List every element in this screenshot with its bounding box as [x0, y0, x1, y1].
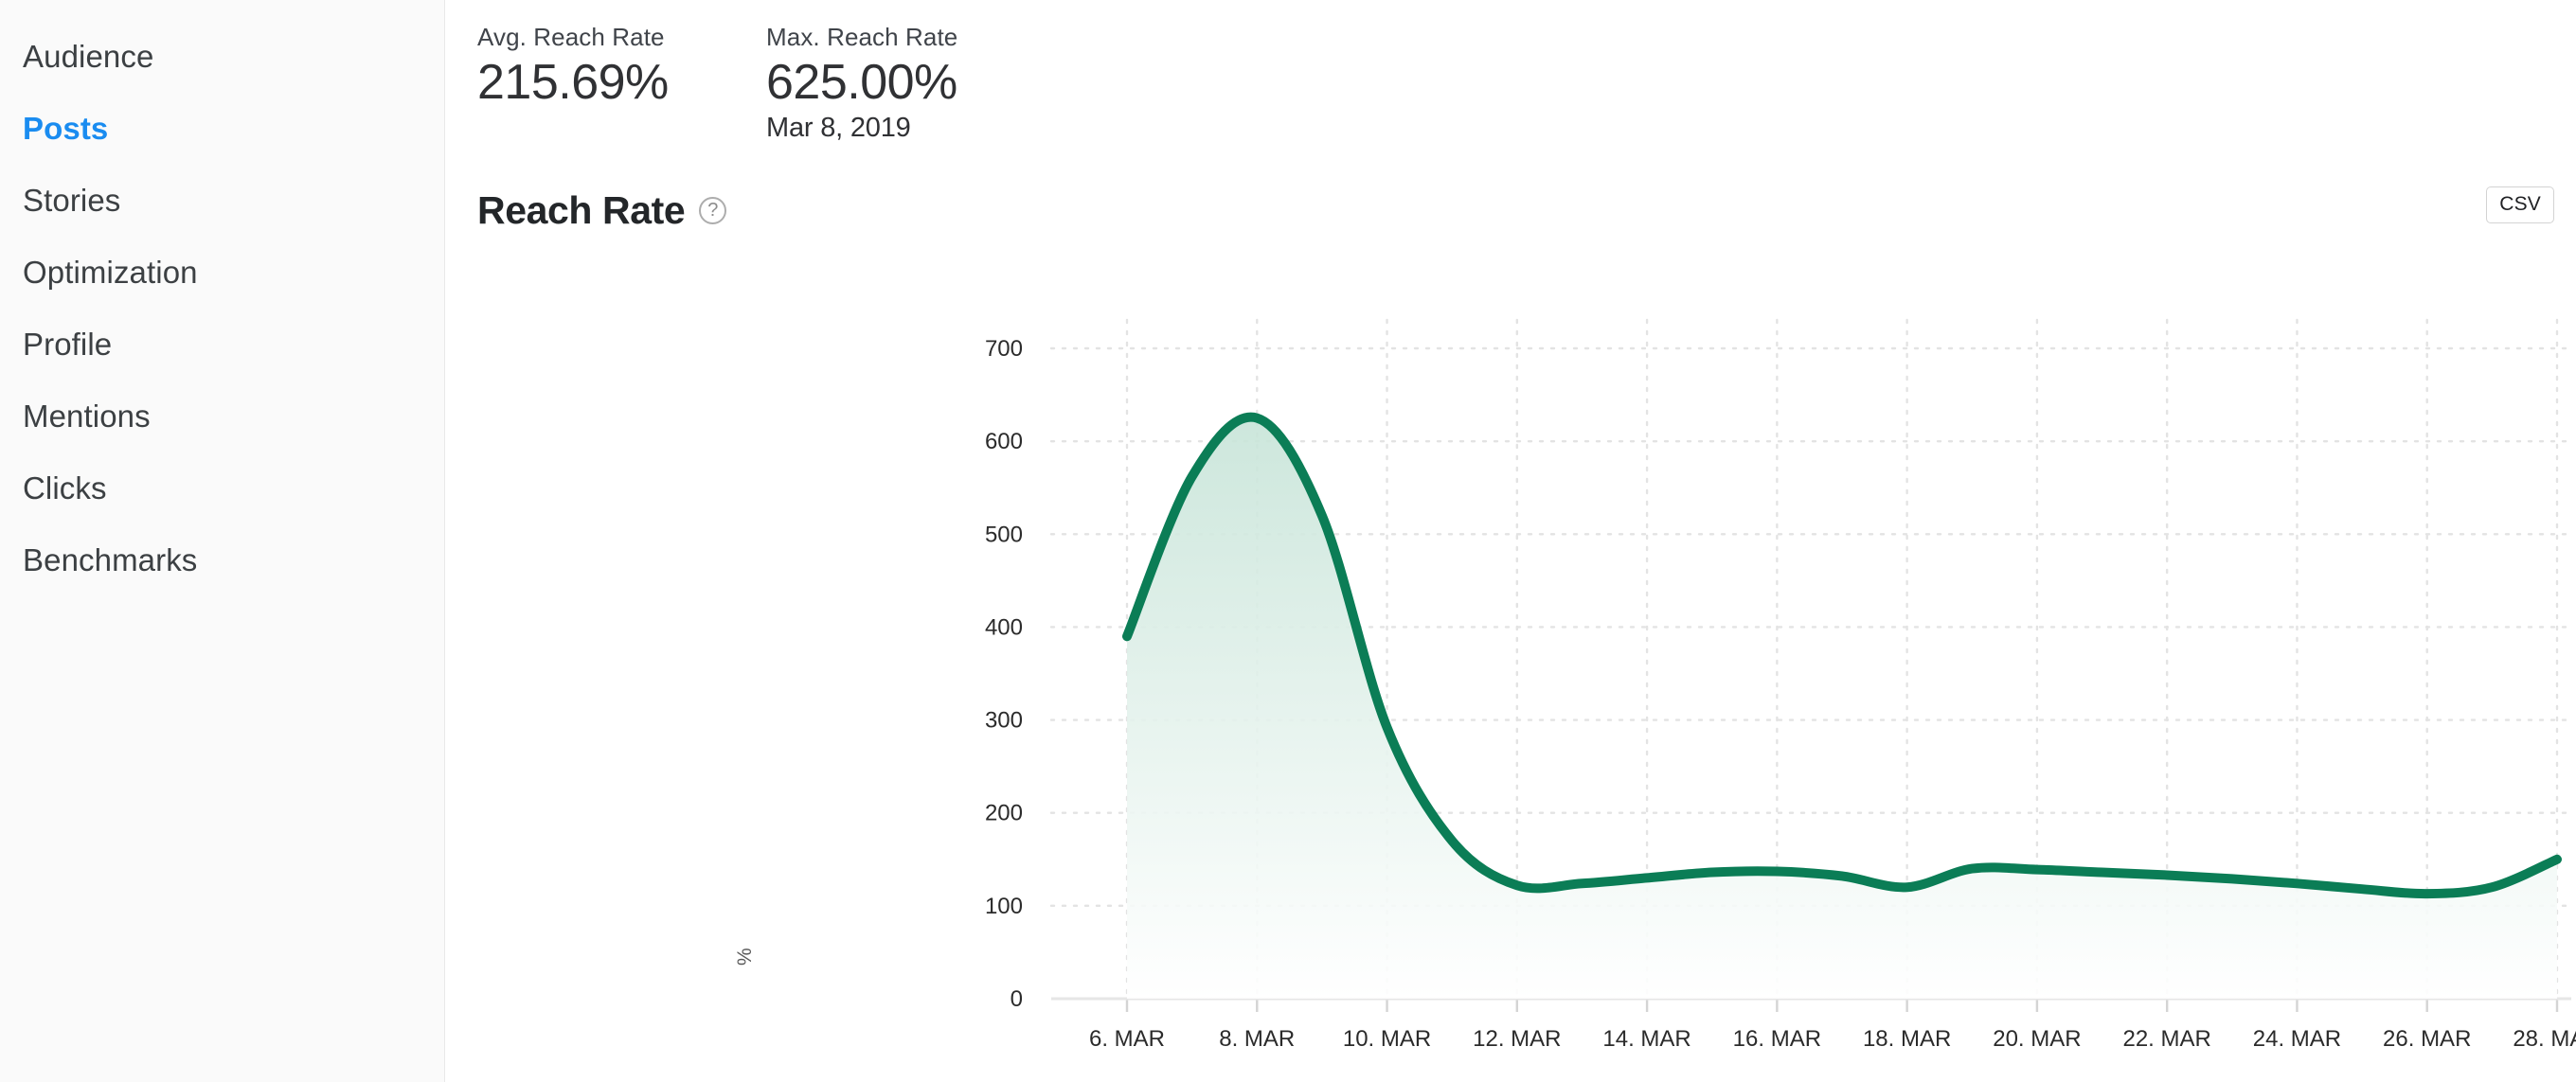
sidebar-item-label: Clicks [23, 470, 107, 506]
page-title: Reach Rate [477, 187, 686, 232]
x-axis-tick-label: 28. MAR [2513, 1026, 2576, 1051]
help-glyph: ? [707, 199, 719, 221]
sidebar-item-optimization[interactable]: Optimization [0, 237, 444, 309]
x-axis-tick-label: 26. MAR [2383, 1026, 2471, 1051]
sidebar-item-label: Profile [23, 327, 113, 362]
chart-header: Reach Rate ? CSV [445, 144, 2576, 233]
question-mark-circle-icon[interactable]: ? [699, 196, 727, 224]
reach-rate-area-chart: 0 100 200 300 400 500 600 700 6. MAR 8. MAR 10. MA… [985, 318, 2576, 1051]
sidebar-item-benchmarks[interactable]: Benchmarks [0, 524, 444, 596]
sidebar-item-label: Benchmarks [23, 542, 198, 577]
y-axis-tick-label: 600 [985, 429, 1023, 454]
x-axis-tick-label: 10. MAR [1343, 1026, 1431, 1051]
x-axis-tick-label: 8. MAR [1219, 1026, 1295, 1051]
main-content: Avg. Reach Rate 215.69% Max. Reach Rate … [445, 0, 2576, 1082]
chart-plot-area: 0 100 200 300 400 500 600 700 6. MAR 8. MAR 10. MA… [445, 312, 2576, 1051]
sidebar-item-label: Posts [23, 111, 109, 146]
stat-value: 215.69% [477, 54, 669, 110]
y-axis-tick-label: 700 [985, 336, 1023, 362]
y-axis-tick-label: 100 [985, 894, 1023, 919]
sidebar-item-label: Mentions [23, 399, 151, 434]
x-axis-tick-label: 16. MAR [1733, 1026, 1821, 1051]
sidebar-item-stories[interactable]: Stories [0, 165, 444, 237]
sidebar-item-mentions[interactable]: Mentions [0, 381, 444, 452]
app-root: Audience Posts Stories Optimization Prof… [0, 0, 2576, 1082]
x-axis-tick-label: 20. MAR [1993, 1026, 2081, 1051]
x-axis-tick-label: 24. MAR [2253, 1026, 2341, 1051]
stat-max-reach-rate: Max. Reach Rate 625.00% Mar 8, 2019 [766, 24, 1055, 144]
y-axis-tick-label: 500 [985, 522, 1023, 547]
stat-avg-reach-rate: Avg. Reach Rate 215.69% [477, 24, 766, 144]
y-axis-tick-label: 200 [985, 801, 1023, 826]
sidebar-item-clicks[interactable]: Clicks [0, 452, 444, 524]
y-axis-unit-label: % [734, 948, 756, 966]
y-axis-tick-label: 300 [985, 708, 1023, 734]
sidebar-item-profile[interactable]: Profile [0, 309, 444, 381]
stat-date: Mar 8, 2019 [766, 113, 911, 144]
x-axis-tick-label: 22. MAR [2122, 1026, 2210, 1051]
y-axis-tick-label: 0 [1011, 986, 1023, 1012]
x-axis-tick-label: 12. MAR [1473, 1026, 1561, 1051]
x-axis-tick-label: 6. MAR [1089, 1026, 1165, 1051]
stat-label: Max. Reach Rate [766, 23, 958, 51]
sidebar-item-posts[interactable]: Posts [0, 93, 444, 165]
x-axis-tick-label: 18. MAR [1863, 1026, 1951, 1051]
sidebar: Audience Posts Stories Optimization Prof… [0, 0, 445, 1082]
y-axis-tick-label: 400 [985, 614, 1023, 640]
x-axis-tick-label: 14. MAR [1602, 1026, 1690, 1051]
csv-export-button[interactable]: CSV [2486, 186, 2554, 223]
stat-value: 625.00% [766, 54, 957, 110]
sidebar-item-label: Optimization [23, 255, 198, 290]
sidebar-item-audience[interactable]: Audience [0, 21, 444, 93]
sidebar-item-label: Audience [23, 39, 154, 74]
chart-area-fill [1127, 417, 2557, 999]
stat-label: Avg. Reach Rate [477, 23, 665, 51]
stats-row: Avg. Reach Rate 215.69% Max. Reach Rate … [445, 0, 2576, 144]
sidebar-item-label: Stories [23, 183, 121, 218]
